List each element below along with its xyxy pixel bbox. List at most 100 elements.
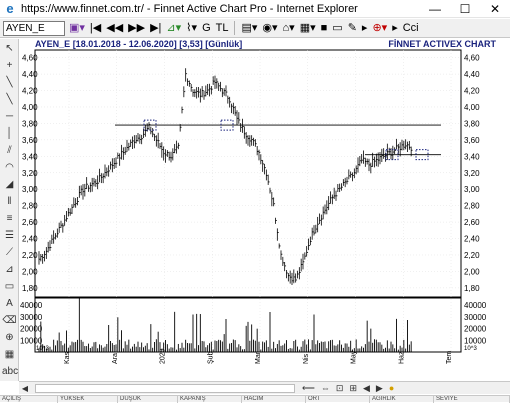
indicator-icon[interactable]: ⊿▾ — [165, 21, 182, 36]
drawing-toolbar: ↖ + ╲ ╲ ─ │ ⫽ ◠ ◢ ‖ ≡ ☰ ⟋ ⊿ ▭ A ⌫ ⊕ ▦ ab… — [0, 39, 19, 381]
price-tick-label-right: 2,40 — [464, 235, 480, 244]
price-volume-chart[interactable]: 4,60 4,60 4,40 4,40 4,20 4,20 4,00 4,00 3,80 3,80… — [19, 39, 510, 381]
price-tick-label-right: 1,80 — [464, 284, 480, 293]
chart-area[interactable]: 4,60 4,60 4,40 4,40 4,20 4,20 4,00 4,00 3,80 3,80… — [19, 39, 510, 381]
toolbar-divider — [234, 21, 236, 35]
text-icon[interactable]: A — [2, 297, 17, 311]
volume-tick-label-left: 40000 — [20, 301, 43, 310]
time-axis-label: Tem — [446, 351, 453, 364]
zoom-reset-icon[interactable]: ⊡ — [336, 383, 344, 394]
layout-icon[interactable]: ▦▾ — [299, 21, 317, 36]
chart-type-icon[interactable]: ▤▾ — [240, 21, 258, 36]
price-tick-label-left: 4,00 — [22, 103, 38, 112]
volume-tick-label-left: 20000 — [20, 325, 43, 334]
abc-icon[interactable]: abc — [2, 365, 18, 379]
gann-icon[interactable]: ⊿ — [2, 263, 17, 277]
step-right-icon[interactable]: ▶ — [376, 383, 383, 394]
settings-icon[interactable]: ✎ — [347, 21, 358, 36]
chart-brand-header: FİNNET ACTIVEX CHART — [388, 39, 496, 49]
period-g-button[interactable]: G — [201, 21, 212, 36]
hint-bulb-icon[interactable]: ● — [389, 383, 394, 393]
title-bar: e https://www.finnet.com.tr/ - Finnet Ac… — [0, 0, 510, 18]
symbol-input[interactable]: AYEN_E — [3, 20, 65, 36]
horizontal-line-icon[interactable]: ─ — [2, 110, 17, 124]
line-icon[interactable]: ╲ — [2, 93, 17, 107]
fan-icon[interactable]: ◢ — [2, 178, 17, 192]
view-icon[interactable]: ◉▾ — [261, 21, 278, 36]
time-axis-label: Nis — [303, 353, 310, 364]
price-tick-label-left: 2,80 — [22, 202, 38, 211]
price-tick-label-right: 3,80 — [464, 119, 480, 128]
price-tick-label-right: 4,20 — [464, 87, 480, 96]
volume-tick-label-left: 30000 — [20, 313, 43, 322]
speed-lines-icon[interactable]: ⟋ — [2, 246, 17, 260]
volume-tick-label-right: 30000 — [464, 313, 487, 322]
alarm-icon[interactable]: ⌂▾ — [282, 21, 296, 36]
chart-scroll-bar[interactable]: ◀ ⟵ ⇔ ⊡ ⊞ ◀ ▶ ● — [19, 381, 510, 394]
crosshair-toggle-icon[interactable]: ⊞ — [349, 383, 357, 394]
volume-tick-label-left: 10000 — [20, 336, 43, 345]
cursor-icon[interactable]: ↖ — [2, 42, 17, 56]
help-icon[interactable]: ▸ — [361, 21, 369, 36]
volume-tick-label-right: 40000 — [464, 301, 487, 310]
price-tick-label-left: 4,60 — [22, 54, 38, 63]
price-tick-label-right: 3,40 — [464, 152, 480, 161]
close-button[interactable]: ✕ — [480, 0, 510, 18]
price-tick-label-left: 1,80 — [22, 284, 38, 293]
step-left-icon[interactable]: ◀ — [363, 383, 370, 394]
fit-icon[interactable]: ⇔ — [321, 383, 330, 393]
go-back-icon[interactable]: ◀◀ — [105, 21, 124, 36]
internet-explorer-icon: e — [6, 0, 14, 16]
fibonacci-icon[interactable]: ≡ — [2, 212, 17, 226]
currency-tl-button[interactable]: TL — [215, 21, 230, 36]
grid-icon[interactable]: ▦ — [2, 348, 17, 362]
price-tick-label-left: 4,20 — [22, 87, 38, 96]
more-icon[interactable]: ▸ — [391, 21, 399, 36]
trendline-icon[interactable]: ╲ — [2, 76, 17, 90]
price-tick-label-right: 3,20 — [464, 169, 480, 178]
price-tick-label-left: 2,20 — [22, 251, 38, 260]
scroll-track[interactable] — [35, 383, 295, 393]
zoom-icon[interactable]: ⊕▾ — [371, 21, 388, 36]
chart-toolbar: AYEN_E ▣▾ |◀ ◀◀ ▶▶ ▶| ⊿▾ ⌇▾ G TL ▤▾ ◉▾ ⌂… — [0, 19, 510, 38]
delete-icon[interactable]: ⌫ — [2, 314, 17, 328]
price-tick-label-right: 3,60 — [464, 136, 480, 145]
zoom-out-icon[interactable]: ⟵ — [302, 383, 315, 394]
cycle-lines-icon[interactable]: ‖ — [2, 195, 17, 209]
scroll-left-icon[interactable]: ◀ — [19, 384, 31, 393]
cci-button[interactable]: Cci — [402, 21, 420, 36]
price-tick-label-right: 3,00 — [464, 185, 480, 194]
price-tick-label-left: 3,40 — [22, 152, 38, 161]
save-icon[interactable]: ■ — [320, 21, 329, 36]
go-last-icon[interactable]: ▶| — [149, 21, 162, 36]
volume-tick-label-right: 20000 — [464, 325, 487, 334]
arc-icon[interactable]: ◠ — [2, 161, 17, 175]
zoom-in-icon[interactable]: ⊕ — [2, 331, 17, 345]
price-tick-label-left: 3,60 — [22, 136, 38, 145]
go-first-icon[interactable]: |◀ — [89, 21, 102, 36]
price-tick-label-right: 4,00 — [464, 103, 480, 112]
print-icon[interactable]: ▭ — [331, 21, 343, 36]
price-tick-label-left: 3,00 — [22, 185, 38, 194]
channel-icon[interactable]: ⫽ — [2, 144, 17, 158]
vertical-line-icon[interactable]: │ — [2, 127, 17, 141]
price-tick-label-left: 4,40 — [22, 70, 38, 79]
price-tick-label-right: 4,60 — [464, 54, 480, 63]
go-forward-icon[interactable]: ▶▶ — [127, 21, 146, 36]
time-axis-label: May — [351, 350, 358, 364]
price-panel-frame — [34, 49, 462, 299]
price-tick-label-right: 2,00 — [464, 267, 480, 276]
rectangle-icon[interactable]: ▭ — [2, 280, 17, 294]
chart-symbol-header: AYEN_E [18.01.2018 - 12.06.2020] [3,53] … — [35, 39, 243, 49]
symbol-list-icon[interactable]: ▣▾ — [68, 21, 86, 36]
time-axis-label: Ara — [112, 353, 119, 364]
time-axis-label: Mar — [255, 351, 262, 364]
chart-header: AYEN_E [18.01.2018 - 12.06.2020] [3,53] … — [19, 39, 510, 51]
maximize-button[interactable]: ☐ — [450, 0, 480, 18]
minimize-button[interactable]: — — [420, 0, 450, 18]
retracement-icon[interactable]: ☰ — [2, 229, 17, 243]
time-axis-label: Şub — [207, 351, 214, 364]
draw-tool-icon[interactable]: ⌇▾ — [185, 21, 198, 36]
time-axis-label: Haz — [398, 351, 405, 364]
crosshair-icon[interactable]: + — [2, 59, 17, 73]
